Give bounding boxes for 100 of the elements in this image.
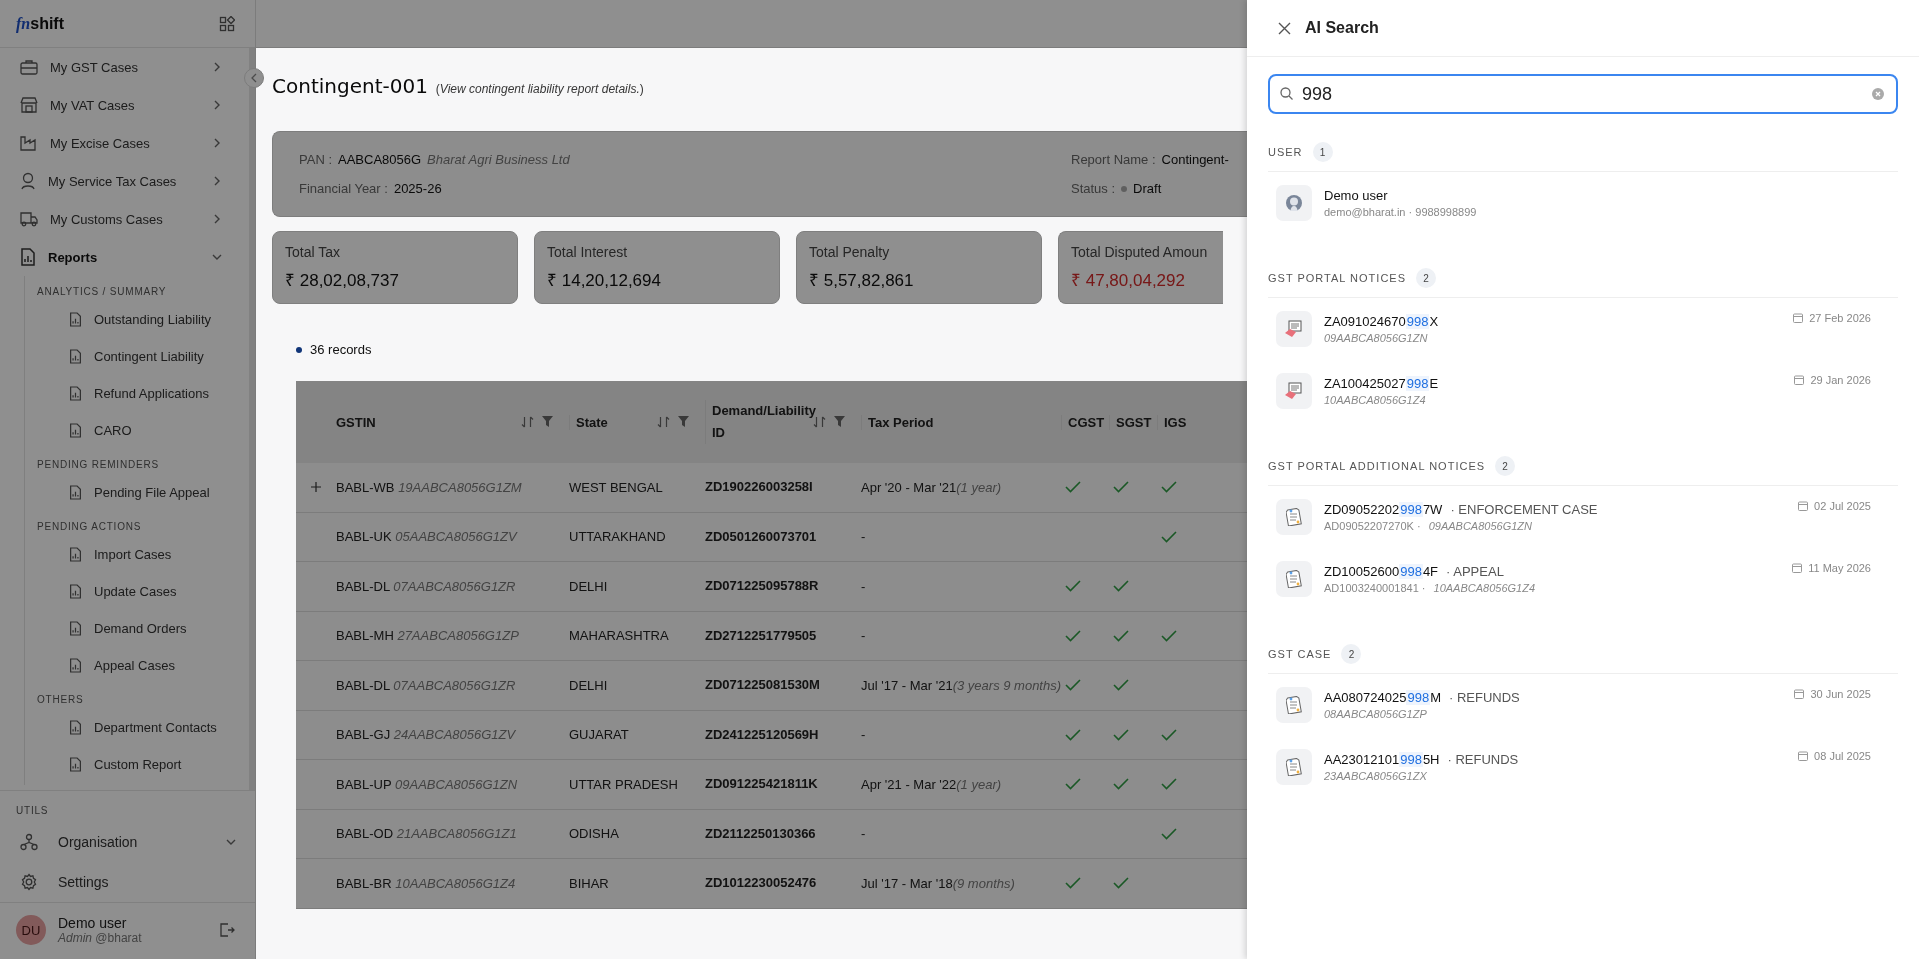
table-cell-text: Apr '20 - Mar '21(1 year)	[861, 479, 1003, 495]
search-result[interactable]: Demo user demo@bharat.in · 9988998899	[1268, 172, 1898, 234]
notice-icon	[1276, 373, 1312, 409]
result-date: 11 May 2026	[1808, 562, 1871, 574]
search-result[interactable]: ZD100526009984F · APPEAL AD1003240001841 · 10AABCA8056G1Z4 11 May 2026	[1268, 548, 1898, 610]
count-badge: 1	[1312, 142, 1333, 162]
nav-item[interactable]: My Customs Cases	[0, 200, 239, 238]
search-result[interactable]: ZD090522029987W · ENFORCEMENT CASE AD09052207270K · 09AABCA8056G1ZN 02 Jul 2025	[1268, 486, 1898, 548]
nav-subitem[interactable]: Department Contacts	[25, 709, 249, 746]
report-icon	[69, 720, 82, 735]
report-icon	[69, 386, 82, 401]
filter-icon[interactable]	[834, 416, 845, 427]
result-detail: demo@bharat.in · 9988998899	[1324, 206, 1478, 218]
nav-subitem[interactable]: CARO	[25, 412, 249, 449]
nav-subitem[interactable]: Custom Report	[25, 746, 249, 783]
table-cell-text: MAHARASHTRA	[569, 628, 670, 644]
column-header[interactable]: State	[569, 414, 657, 430]
table-cell-text: BABL-MH 27AABCA8056G1ZP	[336, 628, 520, 644]
stat-value: ₹ 5,57,82,861	[809, 270, 915, 291]
table-cell-text: ZD241225120569H	[705, 725, 820, 744]
result-date: 27 Feb 2026	[1809, 312, 1871, 324]
report-icon	[69, 547, 82, 562]
result-id: ZD090522029987W	[1324, 502, 1443, 517]
search-result[interactable]: AA230121019985H · REFUNDS 23AABCA8056G1ZX 08 Jul 2025	[1268, 736, 1898, 798]
table-cell-text: Apr '21 - Mar '22(1 year)	[861, 776, 1003, 792]
table-cell-text: ZD2712251779505	[705, 626, 818, 645]
column-header: IGS	[1157, 414, 1185, 430]
section-heading: GST CASE	[1268, 648, 1332, 660]
store-icon	[20, 97, 38, 113]
group-heading: UTILS	[15, 804, 50, 818]
result-reference: AD1003240001841 ·	[1324, 582, 1426, 594]
column-header[interactable]: Tax Period	[861, 414, 1061, 430]
result-gstin: 10AABCA8056G1Z4	[1433, 582, 1536, 594]
nav-item[interactable]: My Excise Cases	[0, 124, 239, 162]
table-cell-text: ZD071225095788R	[705, 577, 820, 596]
filter-icon[interactable]	[542, 416, 553, 427]
sort-icon[interactable]	[813, 416, 826, 428]
section-heading: GST PORTAL ADDITIONAL NOTICES	[1268, 460, 1486, 472]
search-result[interactable]: ZA091024670998X 09AABCA8056G1ZN 27 Feb 2026	[1268, 298, 1898, 360]
bullet-icon	[296, 346, 302, 353]
nav-subitem[interactable]: Demand Orders	[25, 610, 249, 647]
result-date: 02 Jul 2025	[1814, 500, 1871, 512]
table-cell-text: ZD071225081530M	[705, 676, 821, 695]
stat-label: Total Penalty	[809, 244, 891, 260]
nav-item[interactable]: Reports	[0, 238, 239, 276]
result-id: AA080724025998M	[1324, 690, 1441, 705]
user-name: Demo user	[58, 915, 128, 931]
plus-icon[interactable]	[311, 482, 321, 493]
nav-item[interactable]: My VAT Cases	[0, 86, 239, 124]
nav-item[interactable]: My Service Tax Cases	[0, 162, 239, 200]
report-icon	[69, 312, 82, 327]
report-icon	[69, 423, 82, 438]
panel-title: AI Search	[1305, 19, 1379, 37]
logo[interactable]: fnshift	[16, 14, 64, 33]
nav-subitem[interactable]: Update Cases	[25, 573, 249, 610]
report-icon	[20, 248, 36, 266]
nav-subitem[interactable]: Pending File Appeal	[25, 474, 249, 511]
sort-icon[interactable]	[521, 416, 534, 428]
section-heading: GST PORTAL NOTICES	[1268, 272, 1406, 284]
search-field[interactable]: 998	[1268, 74, 1898, 114]
filter-icon[interactable]	[678, 416, 689, 427]
nav-subitem[interactable]: Contingent Liability	[25, 338, 249, 375]
search-result[interactable]: ZA100425027998E 10AABCA8056G1Z4 29 Jan 2026	[1268, 360, 1898, 422]
nav-subitem[interactable]: Outstanding Liability	[25, 301, 249, 338]
table-cell-text: -	[861, 578, 867, 594]
chevron-left-icon[interactable]	[250, 73, 258, 83]
table-cell-text: WEST BENGAL	[569, 479, 664, 495]
clear-icon[interactable]	[1872, 88, 1884, 100]
nav-subitem[interactable]: Appeal Cases	[25, 647, 249, 684]
section-heading: USER	[1268, 146, 1303, 158]
close-icon[interactable]	[1278, 21, 1291, 35]
search-result[interactable]: AA080724025998M · REFUNDS 08AABCA8056G1ZP 30 Jun 2025	[1268, 674, 1898, 736]
nav-item[interactable]: Settings	[0, 862, 255, 902]
table-cell-text: Jul '17 - Mar '18(9 months)	[861, 875, 1016, 891]
factory-icon	[20, 135, 38, 151]
status-value: Draft	[1133, 181, 1162, 196]
settings-icon	[20, 873, 38, 891]
person-icon	[20, 172, 36, 190]
column-header: CGST	[1061, 414, 1109, 430]
report-icon	[69, 485, 82, 500]
sort-icon[interactable]	[657, 416, 670, 428]
table-cell-text: BABL-UK 05AABCA8056G1ZV	[336, 529, 519, 545]
result-id: ZA091024670998X	[1324, 314, 1439, 329]
logout-icon[interactable]	[219, 922, 235, 938]
nav-subitem[interactable]: Refund Applications	[25, 375, 249, 412]
table-cell-text: BABL-DL 07AABCA8056G1ZR	[336, 578, 517, 594]
nav-item[interactable]: Organisation	[0, 822, 255, 862]
table-cell-text: BIHAR	[569, 875, 610, 891]
nav-subitem[interactable]: Import Cases	[25, 536, 249, 573]
stat-value: ₹ 28,02,08,737	[285, 270, 400, 291]
result-type: · ENFORCEMENT CASE	[1450, 502, 1598, 517]
nav-item[interactable]: My GST Cases	[0, 48, 239, 86]
stat-value: ₹ 47,80,04,292	[1071, 270, 1186, 291]
field-label: PAN :	[299, 152, 332, 167]
table-cell-text: BABL-GJ 24AABCA8056G1ZV	[336, 727, 517, 743]
document-icon	[1276, 561, 1312, 597]
page-title: Contingent-001	[272, 74, 428, 98]
table-cell-text: ZD1012230052476	[705, 874, 818, 893]
grid-icon[interactable]	[219, 15, 235, 32]
column-header[interactable]: GSTIN	[336, 414, 521, 430]
